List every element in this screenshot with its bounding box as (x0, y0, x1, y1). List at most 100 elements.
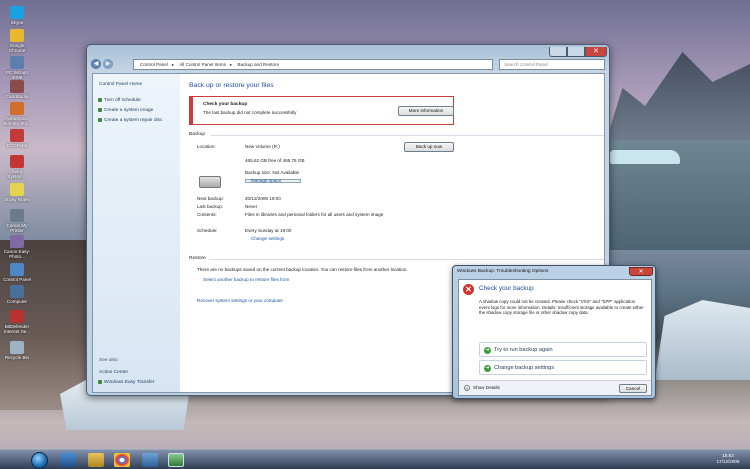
task-create-repair-disc[interactable]: Create a system repair disc (98, 118, 162, 123)
ice-wallpaper (610, 150, 680, 164)
more-information-button[interactable]: More information (398, 106, 454, 116)
desktop-icon-label: Avira System... (7, 169, 27, 179)
action-center-link[interactable]: Action Center (99, 370, 128, 375)
desktop-icon-label: Canon My Printer (6, 223, 28, 233)
desktop-icon-label: Recycle Bin (4, 355, 30, 360)
dialog-message: A shadow copy could not be created. Plea… (479, 299, 644, 316)
start-button[interactable] (31, 452, 48, 469)
desktop-icon-label: Sticky Notes (4, 197, 30, 202)
task-create-system-image[interactable]: Create a system image (98, 108, 153, 113)
app-icon (10, 80, 24, 93)
backup-section-heading: Backup (189, 132, 205, 137)
desktop-icon-label: Computer (6, 299, 28, 304)
backup-alert: Check your backup The last backup did no… (189, 96, 454, 125)
app-icon (10, 129, 24, 142)
desktop-icon[interactable]: Ashampoo Burning Stu... (2, 102, 32, 126)
explorer-folder-icon[interactable] (88, 453, 104, 467)
taskbar: 15:53 17/12/2009 (0, 449, 750, 469)
control-panel-home-link[interactable]: Control Panel Home (99, 82, 142, 87)
desktop-icon[interactable]: Google Chrome (2, 29, 32, 53)
forward-arrow-icon[interactable]: ▶ (103, 59, 113, 69)
drive-icon (199, 176, 221, 188)
desktop-icon-label: CamStudio (5, 94, 29, 99)
clock[interactable]: 15:53 17/12/2009 (708, 453, 748, 465)
desktop-icon[interactable]: Skype (2, 6, 32, 25)
app-icon (10, 6, 24, 19)
app-icon (10, 209, 24, 222)
breadcrumb-item[interactable]: Control Panel (140, 62, 168, 67)
backup-app-icon[interactable] (168, 453, 184, 467)
back-up-now-button[interactable]: Back up now (404, 142, 454, 152)
last-backup-value: Never (245, 204, 258, 209)
restore-section-heading: Restore (189, 256, 206, 261)
app-icon (10, 56, 24, 69)
manage-space-link[interactable]: Manage space (245, 178, 281, 183)
last-backup-label: Last backup: (197, 204, 224, 209)
desktop-icon[interactable]: Control Panel (2, 263, 32, 282)
contents-value: Files in libraries and personal folders … (245, 212, 384, 217)
search-input[interactable]: Search Control Panel (499, 59, 605, 70)
next-backup-value: 20/12/2009 19:00 (245, 196, 281, 201)
desktop-icon-label: Google Chrome (8, 43, 26, 53)
dialog-footer: ˅ Show Details Cancel (459, 380, 651, 395)
desktop-icon[interactable]: Recycle Bin (2, 341, 32, 360)
troubleshooting-dialog[interactable]: Windows Backup: Troubleshooting Options … (452, 265, 656, 399)
chrome-icon[interactable] (114, 453, 130, 467)
desktop-icon[interactable]: DVDFab6 (2, 129, 32, 148)
contents-label: Contents: (197, 212, 217, 217)
desktop-icon[interactable]: PC Wizard 2009 (2, 56, 32, 80)
arrow-right-icon: ➜ (484, 365, 491, 372)
app-icon (10, 285, 24, 298)
app-icon (10, 102, 24, 115)
option-label: Try to run backup again (494, 347, 553, 353)
desktop-icon[interactable]: BitDefender Internet Se... (2, 310, 32, 334)
breadcrumb-item[interactable]: All Control Panel Items (179, 62, 226, 67)
back-arrow-icon[interactable]: ◀ (91, 59, 101, 69)
maximize-button[interactable] (567, 47, 585, 57)
clock-date: 17/12/2009 (716, 459, 740, 464)
desktop-icon[interactable]: Canon Easy-Photo... (2, 235, 32, 259)
try-run-backup-option[interactable]: ➜ Try to run backup again (479, 342, 647, 357)
schedule-value: Every Sunday at 19:00 (245, 228, 292, 233)
desktop-icon[interactable]: Avira System... (2, 155, 32, 179)
desktop-icon[interactable]: CamStudio (2, 80, 32, 99)
desktop-icon-label: BitDefender Internet Se... (3, 324, 31, 334)
app-icon (10, 263, 24, 276)
desktop-icon-label: Skype (10, 20, 24, 25)
breadcrumb-item[interactable]: Backup and Restore (238, 62, 280, 67)
network-icon[interactable] (142, 453, 158, 467)
divider (211, 135, 604, 136)
desktop-icon-label: Control Panel (3, 277, 31, 282)
internet-explorer-icon[interactable] (60, 453, 76, 467)
location-value: New Volume (R:) (245, 144, 280, 149)
recover-system-settings-link[interactable]: Recover system settings or your computer (197, 298, 283, 303)
desktop-icon[interactable]: Canon My Printer (2, 209, 32, 233)
change-backup-settings-option[interactable]: ➜ Change backup settings (479, 360, 647, 375)
close-button[interactable]: ✕ (585, 47, 607, 57)
dialog-close-button[interactable]: ✕ (629, 267, 653, 276)
desktop-icon[interactable]: Sticky Notes (2, 183, 32, 202)
alert-message: The last backup did not complete success… (203, 110, 297, 115)
divider (209, 259, 604, 260)
backup-size-text: Backup size: Not Available (245, 170, 300, 175)
desktop-icon-label: DVDFab6 (6, 143, 28, 148)
task-turn-off-schedule[interactable]: Turn off schedule (98, 98, 141, 103)
free-space-text: 465.62 GB free of 465.76 GB (245, 158, 305, 163)
select-another-backup-link[interactable]: Select another backup to restore files f… (197, 277, 289, 282)
see-also-heading: See also (99, 358, 118, 363)
page-title: Back up or restore your files (189, 82, 274, 89)
dialog-heading: Check your backup (479, 285, 534, 292)
address-bar[interactable]: Control Panel ▸ All Control Panel Items ▸ … (133, 59, 493, 70)
dialog-title: Windows Backup: Troubleshooting Options (457, 269, 549, 274)
desktop-icon-label: Canon Easy-Photo... (3, 249, 31, 259)
location-label: Location: (197, 144, 216, 149)
cancel-button[interactable]: Cancel (619, 384, 647, 393)
change-settings-link[interactable]: Change settings (245, 236, 284, 241)
left-pane: Control Panel Home Turn off schedule Cre… (93, 74, 180, 392)
show-details-toggle[interactable]: ˅ Show Details (464, 385, 500, 391)
minimize-button[interactable] (549, 47, 567, 57)
schedule-label: Schedule: (197, 228, 218, 233)
desktop-icon[interactable]: Computer (2, 285, 32, 304)
show-details-label: Show Details (473, 385, 500, 390)
easy-transfer-link[interactable]: Windows Easy Transfer (98, 380, 154, 385)
